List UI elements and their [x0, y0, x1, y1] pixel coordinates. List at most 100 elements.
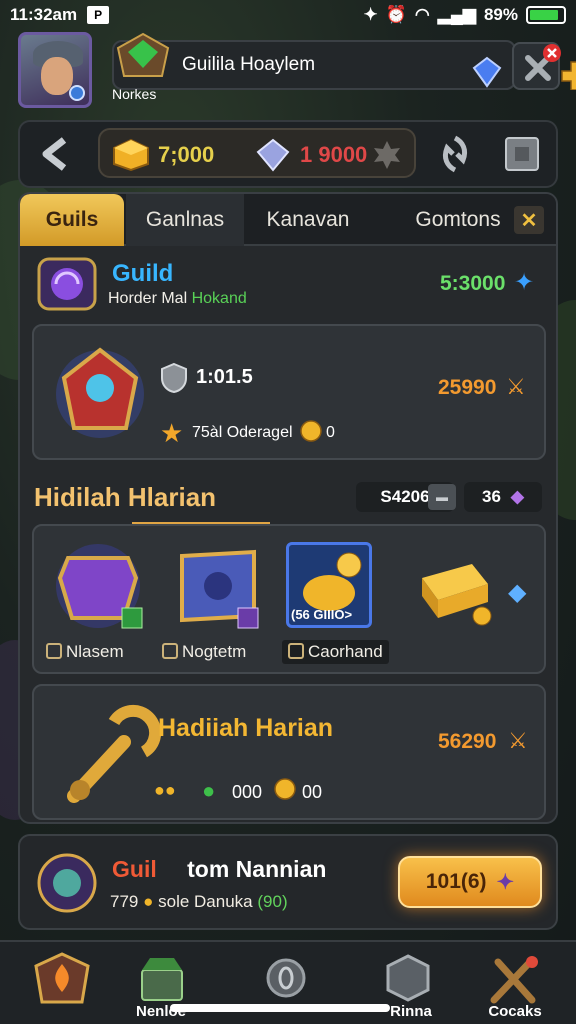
wifi-icon: ◠: [414, 5, 430, 24]
guild-sub-label: Norkes: [112, 86, 157, 102]
boss-emblem-icon: [56, 347, 144, 438]
event-portrait-icon: [37, 853, 97, 913]
top-bar: Guilila Hoaylem Norkes: [16, 32, 576, 110]
gold-amount: 7;000: [158, 142, 215, 167]
blue-arrow-icon: ✦: [514, 269, 535, 296]
nav-label: Cocaks: [488, 1003, 542, 1020]
tab-gomtons[interactable]: Gomtons: [400, 194, 516, 246]
daily-count: 36: [482, 487, 501, 506]
resource-bar: 7;000 1 9000: [18, 120, 558, 188]
daily-reward-coins-b: 00: [302, 782, 323, 802]
battery-percent: 89%: [483, 5, 518, 24]
tab-guils[interactable]: Guils: [20, 194, 124, 246]
guild-emblem-icon: [116, 32, 170, 77]
shield-icon: [161, 362, 187, 394]
guild-subtitle-b: Hokand: [191, 290, 247, 307]
star-icon: ★: [160, 418, 184, 448]
golden-key-icon: [67, 704, 162, 803]
green-orb-icon: ●: [202, 778, 216, 803]
gem-amount: 1 9000: [300, 142, 368, 167]
event-title-b: tom Nannian: [187, 856, 327, 882]
event-sub-green: (90): [257, 892, 288, 911]
coin-bundle-tile[interactable]: (56 GIIIO>: [286, 542, 372, 628]
event-count: 779: [110, 892, 139, 911]
guild-title: Guild: [112, 260, 174, 287]
reward-checkbox-icon: [162, 643, 178, 659]
refresh-icon[interactable]: [438, 134, 472, 174]
blue-chest-icon[interactable]: [168, 536, 268, 636]
gold-ingot-icon[interactable]: [412, 550, 502, 632]
crystal-icon: [256, 138, 290, 172]
currency-panel: 7;000 1 9000: [98, 128, 416, 178]
purple-gem-icon: ◆: [510, 487, 524, 506]
reward-label: Nlasem: [46, 642, 124, 662]
home-indicator[interactable]: [170, 1004, 390, 1012]
boss-reward-coins: 0: [326, 424, 335, 441]
coin-icon: ●: [143, 892, 154, 911]
claim-button[interactable]: 101(6) ✦: [398, 856, 542, 908]
avatar-face: [41, 57, 73, 95]
close-icon: ✕: [520, 209, 538, 232]
alarm-icon: ⏰: [385, 5, 407, 24]
coin-pair-icon: ●●: [154, 780, 176, 800]
reward-label: Nogtetm: [162, 642, 246, 662]
sword-icon: ⚔: [508, 728, 528, 753]
event-title-a: Guil: [112, 856, 157, 882]
claim-button-label: 101(6): [425, 870, 487, 893]
reward-checkbox-icon: [46, 643, 62, 659]
sparkle-icon: ✦: [496, 870, 515, 894]
status-time: 11:32am: [10, 5, 78, 24]
inventory-box-icon[interactable]: [502, 134, 542, 174]
nav-cocaks[interactable]: Cocaks: [460, 942, 570, 1024]
signal-icon: ▂▄▆: [437, 5, 476, 24]
back-arrow-icon[interactable]: [36, 136, 76, 172]
battery-icon: [526, 6, 566, 24]
tab-kanavan[interactable]: Kanavan: [248, 194, 368, 246]
avatar[interactable]: [18, 32, 92, 108]
rewards-card: Nlasem Nogtetm (56 GIIIO> Caorhand ◆: [32, 524, 546, 674]
daily-count-pill: 36 ◆: [464, 482, 542, 512]
boss-reward-text: 75àl Oderagel: [192, 424, 293, 441]
tab-ganlnas[interactable]: Ganlnas: [126, 194, 244, 246]
guild-orb-icon: [37, 257, 97, 311]
event-title: Guil tom Nannian: [112, 856, 326, 883]
gear-icon[interactable]: [370, 140, 404, 170]
pill-toggle-icon[interactable]: ▬: [428, 484, 456, 510]
event-sub-text: sole Danuka: [158, 892, 253, 911]
green-chest-icon: [141, 958, 183, 1001]
notification-icon: P: [87, 6, 110, 24]
avatar-badge-icon: [69, 85, 85, 101]
purple-chest-icon[interactable]: [48, 538, 148, 634]
close-icon: [525, 44, 561, 81]
boss-power: 25990: [438, 376, 497, 399]
gold-cube-icon: [113, 138, 149, 172]
reward-label-text: Nogtetm: [182, 642, 247, 661]
add-icon[interactable]: [560, 60, 576, 90]
daily-reward-title: Hadiiah Harian: [158, 714, 334, 742]
reward-label-text: Caorhand: [308, 642, 383, 661]
small-gem-icon: ◆: [508, 579, 527, 606]
guild-subtitle: Horder Mal Hokand: [108, 290, 247, 308]
guild-name: Guilila Hoaylem: [182, 54, 316, 75]
status-bar: 11:32am P ✦ ⏰ ◠ ▂▄▆ 89%: [0, 0, 576, 30]
nav-battle[interactable]: [6, 942, 116, 1024]
daily-reward-coins-a: 000: [232, 782, 263, 802]
coin-bundle-badge: (56 GIIIO>: [291, 607, 353, 622]
tab-close-button[interactable]: ✕: [514, 206, 544, 234]
coin-center-icon: [266, 958, 306, 998]
reward-label: Caorhand: [282, 640, 389, 664]
coin-icon: [274, 778, 296, 800]
event-card[interactable]: Guil tom Nannian 779 ● sole Danuka (90) …: [18, 834, 558, 930]
daily-points: S4206: [380, 487, 430, 506]
event-subtitle: 779 ● sole Danuka (90): [110, 892, 288, 912]
boss-card[interactable]: 1:01.5 ★ 75àl Oderagel 0 25990 ⚔: [32, 324, 546, 460]
fire-shield-icon: [34, 952, 90, 1004]
daily-reward-value: 56290: [438, 730, 497, 753]
crossed-tools-icon: [490, 956, 538, 1004]
sword-icon: ⚔: [506, 374, 526, 399]
guild-name-bar[interactable]: Guilila Hoaylem: [112, 40, 576, 90]
guild-panel: Guils Ganlnas Kanavan Gomtons ✕ Guild Ho…: [18, 192, 558, 824]
stone-hex-icon: [386, 954, 430, 1002]
battery-fill: [530, 10, 558, 20]
close-button[interactable]: [512, 42, 561, 90]
